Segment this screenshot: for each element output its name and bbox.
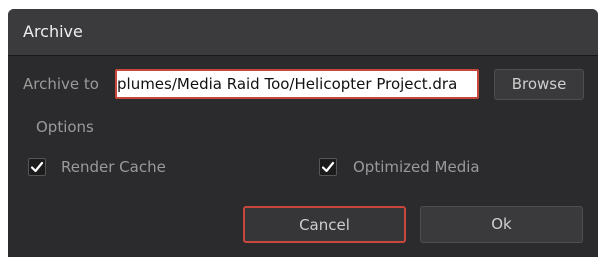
dialog-title: Archive (23, 22, 83, 41)
dialog-titlebar: Archive (8, 9, 598, 56)
render-cache-checkbox[interactable] (28, 158, 46, 176)
render-cache-label: Render Cache (61, 158, 166, 176)
options-label: Options (36, 118, 94, 136)
archive-path-input[interactable]: plumes/Media Raid Too/Helicopter Project… (115, 69, 479, 99)
optimized-media-label: Optimized Media (353, 158, 480, 176)
optimized-media-checkbox[interactable] (319, 158, 337, 176)
ok-button[interactable]: Ok (420, 206, 583, 243)
archive-dialog: Archive Archive to plumes/Media Raid Too… (8, 9, 598, 257)
checkmark-icon (30, 161, 44, 173)
archive-to-label: Archive to (23, 75, 99, 93)
archive-path-value: plumes/Media Raid Too/Helicopter Project… (117, 75, 458, 93)
checkmark-icon (321, 161, 335, 173)
text-caret (477, 75, 478, 95)
browse-button[interactable]: Browse (494, 69, 584, 100)
cancel-button[interactable]: Cancel (243, 206, 406, 243)
